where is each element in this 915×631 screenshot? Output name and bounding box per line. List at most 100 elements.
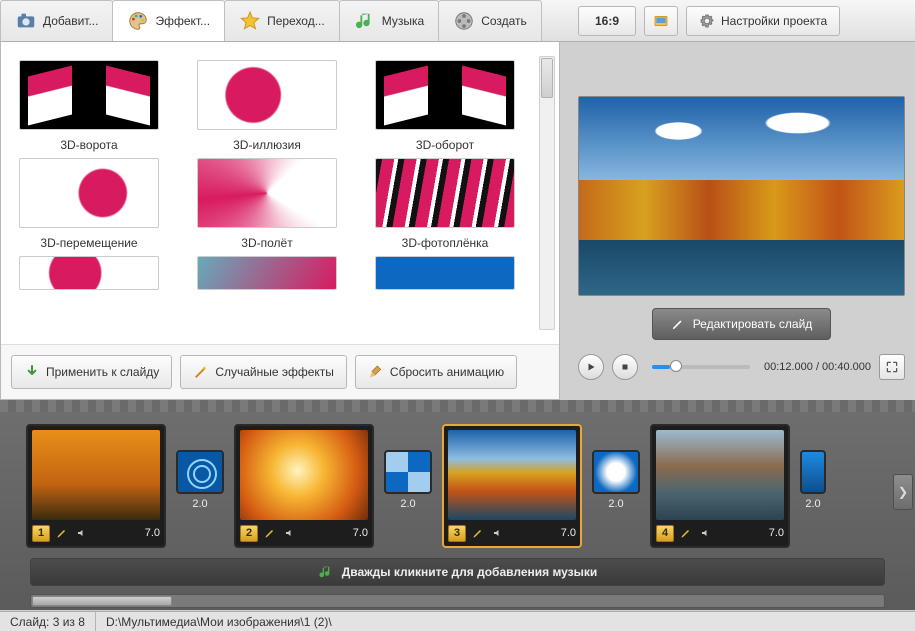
aspect-ratio-value: 16:9 xyxy=(595,14,619,28)
effect-thumb xyxy=(375,256,515,290)
slide-duration: 7.0 xyxy=(145,527,160,539)
edit-icon[interactable] xyxy=(54,525,70,541)
effect-item[interactable]: 3D-иллюзия xyxy=(197,60,337,152)
scrollbar-thumb[interactable] xyxy=(541,58,553,98)
effect-item[interactable] xyxy=(19,256,159,290)
preview-panel: Редактировать слайд 00:12.000 / 00:40.00… xyxy=(560,42,915,400)
broom-icon xyxy=(368,364,384,380)
music-hint-label: Дважды кликните для добавления музыки xyxy=(342,565,598,579)
effect-thumb xyxy=(197,256,337,290)
star-icon xyxy=(239,10,261,32)
apply-effect-label: Применить к слайду xyxy=(46,365,159,379)
tab-create-label: Создать xyxy=(481,14,527,28)
sound-icon[interactable] xyxy=(282,525,298,541)
status-path: D:\Мультимедиа\Мои изображения\1 (2)\ xyxy=(96,612,915,631)
reset-animation-label: Сбросить анимацию xyxy=(390,365,504,379)
tab-music[interactable]: Музыка xyxy=(339,0,439,41)
effects-grid[interactable]: 3D-ворота 3D-иллюзия 3D-оборот 3D-переме… xyxy=(1,42,559,344)
tab-transitions[interactable]: Переход... xyxy=(224,0,340,41)
effect-label: 3D-фотоплёнка xyxy=(375,236,515,250)
timeline-slide[interactable]: 2 7.0 xyxy=(234,424,374,548)
fullscreen-icon xyxy=(885,360,899,374)
tab-effects[interactable]: Эффект... xyxy=(112,0,225,41)
fullscreen-button[interactable] xyxy=(879,354,905,380)
timeline-transition[interactable]: 2.0 xyxy=(176,450,224,510)
project-controls: 16:9 Настройки проекта xyxy=(578,0,840,41)
main-tabs: Добавит... Эффект... Переход... Музыка С… xyxy=(0,0,560,41)
seek-bar[interactable] xyxy=(652,365,750,369)
tab-create[interactable]: Создать xyxy=(438,0,542,41)
random-effects-button[interactable]: Случайные эффекты xyxy=(180,355,347,389)
slide-thumb xyxy=(448,430,576,520)
timeline-transition[interactable]: 2.0 xyxy=(800,450,826,510)
edit-slide-button[interactable]: Редактировать слайд xyxy=(652,308,832,340)
timeline-scrollbar[interactable] xyxy=(30,594,885,608)
image-icon xyxy=(653,13,669,29)
slides-strip[interactable]: 1 7.0 2.0 2 7.0 2.0 xyxy=(0,412,915,548)
effect-item[interactable]: 3D-оборот xyxy=(375,60,515,152)
stop-icon xyxy=(620,362,630,372)
status-slide-count: Слайд: 3 из 8 xyxy=(0,612,96,631)
tab-add[interactable]: Добавит... xyxy=(0,0,113,41)
edit-icon[interactable] xyxy=(678,525,694,541)
timeline-ruler xyxy=(0,400,915,412)
effect-label: 3D-оборот xyxy=(375,138,515,152)
effect-item[interactable]: 3D-полёт xyxy=(197,158,337,250)
timeline-transition[interactable]: 2.0 xyxy=(384,450,432,510)
effect-item[interactable]: 3D-перемещение xyxy=(19,158,159,250)
palette-icon xyxy=(127,10,149,32)
effect-item[interactable] xyxy=(197,256,337,290)
display-mode-button[interactable] xyxy=(644,6,678,36)
effect-thumb xyxy=(375,60,515,130)
arrow-down-icon xyxy=(24,364,40,380)
slide-number: 2 xyxy=(240,525,258,542)
top-toolbar: Добавит... Эффект... Переход... Музыка С… xyxy=(0,0,915,42)
sound-icon[interactable] xyxy=(698,525,714,541)
pencil-icon xyxy=(671,317,685,331)
seek-knob[interactable] xyxy=(670,360,682,372)
slide-thumb xyxy=(32,430,160,520)
timeline-transition[interactable]: 2.0 xyxy=(592,450,640,510)
edit-icon[interactable] xyxy=(262,525,278,541)
slide-number: 4 xyxy=(656,525,674,542)
effects-panel: 3D-ворота 3D-иллюзия 3D-оборот 3D-переме… xyxy=(0,42,560,400)
timeline-slide[interactable]: 4 7.0 xyxy=(650,424,790,548)
transition-thumb xyxy=(592,450,640,494)
effect-item[interactable] xyxy=(375,256,515,290)
main-area: 3D-ворота 3D-иллюзия 3D-оборот 3D-переме… xyxy=(0,42,915,400)
transition-duration: 2.0 xyxy=(592,498,640,510)
slide-number: 1 xyxy=(32,525,50,542)
apply-effect-button[interactable]: Применить к слайду xyxy=(11,355,172,389)
aspect-ratio-button[interactable]: 16:9 xyxy=(578,6,636,36)
reset-animation-button[interactable]: Сбросить анимацию xyxy=(355,355,517,389)
playback-time: 00:12.000 / 00:40.000 xyxy=(764,361,871,373)
edit-slide-label: Редактировать слайд xyxy=(693,317,813,331)
sound-icon[interactable] xyxy=(490,525,506,541)
effect-item[interactable]: 3D-ворота xyxy=(19,60,159,152)
slide-duration: 7.0 xyxy=(769,527,784,539)
music-track[interactable]: Дважды кликните для добавления музыки xyxy=(30,558,885,586)
sound-icon[interactable] xyxy=(74,525,90,541)
timeline-slide-selected[interactable]: 3 7.0 xyxy=(442,424,582,548)
timeline-slide[interactable]: 1 7.0 xyxy=(26,424,166,548)
play-button[interactable] xyxy=(578,354,604,380)
timeline-scrollbar-thumb[interactable] xyxy=(32,596,172,606)
effect-label: 3D-полёт xyxy=(197,236,337,250)
project-settings-button[interactable]: Настройки проекта xyxy=(686,6,840,36)
timeline-next-button[interactable]: ❯ xyxy=(893,474,913,510)
random-effects-label: Случайные эффекты xyxy=(215,365,334,379)
effect-item[interactable]: 3D-фотоплёнка xyxy=(375,158,515,250)
effect-label: 3D-иллюзия xyxy=(197,138,337,152)
preview-image xyxy=(578,96,905,296)
transition-duration: 2.0 xyxy=(384,498,432,510)
effect-label: 3D-ворота xyxy=(19,138,159,152)
tab-add-label: Добавит... xyxy=(43,14,98,28)
edit-icon[interactable] xyxy=(470,525,486,541)
stop-button[interactable] xyxy=(612,354,638,380)
effects-scrollbar[interactable] xyxy=(539,56,555,330)
slide-thumb xyxy=(656,430,784,520)
playback-controls: 00:12.000 / 00:40.000 xyxy=(578,354,905,380)
effects-action-bar: Применить к слайду Случайные эффекты Сбр… xyxy=(1,344,559,399)
transition-duration: 2.0 xyxy=(800,498,826,510)
wand-icon xyxy=(193,364,209,380)
